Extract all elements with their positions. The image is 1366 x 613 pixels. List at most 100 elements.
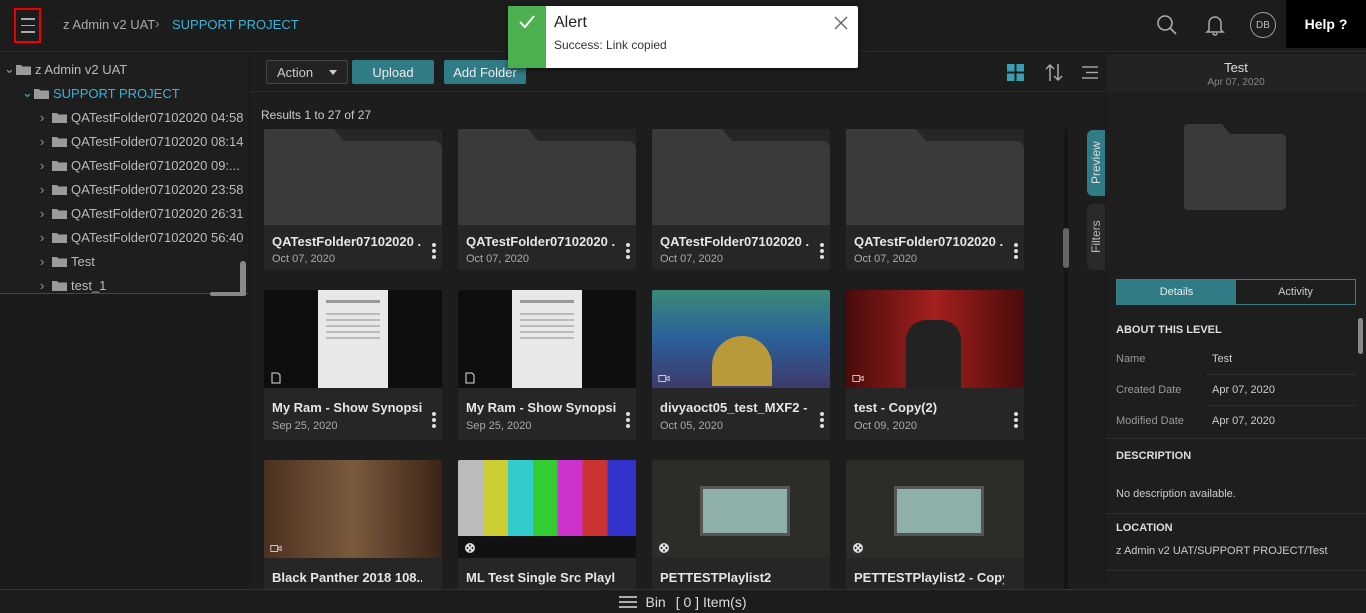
name-label: Name bbox=[1116, 353, 1146, 365]
avatar[interactable]: DB bbox=[1250, 12, 1276, 38]
more-options-icon[interactable] bbox=[1014, 243, 1018, 259]
chevron-right-icon[interactable]: › bbox=[40, 110, 52, 125]
tab-details[interactable]: Details bbox=[1117, 280, 1236, 304]
film-reel-icon bbox=[465, 543, 475, 553]
action-dropdown[interactable]: Action bbox=[266, 60, 348, 84]
chevron-right-icon[interactable]: › bbox=[40, 134, 52, 149]
chevron-down-icon[interactable]: ⌄ bbox=[22, 85, 34, 101]
upload-button[interactable]: Upload bbox=[352, 60, 434, 84]
asset-card[interactable]: QATestFolder07102020 ... Oct 07, 2020 bbox=[652, 129, 830, 270]
tree-item-label: QATestFolder07102020 08:14 bbox=[71, 133, 244, 149]
folder-icon bbox=[52, 256, 67, 267]
tree-item[interactable]: › QATestFolder07102020 26:31 bbox=[40, 203, 244, 223]
video-frame-image bbox=[700, 486, 790, 536]
folder-thumbnail bbox=[652, 129, 830, 225]
search-icon[interactable] bbox=[1154, 10, 1180, 40]
tree-item[interactable]: › QATestFolder07102020 04:58 bbox=[40, 107, 244, 127]
bin-bar[interactable]: Bin [ 0 ] Item(s) bbox=[0, 589, 1366, 613]
card-title: My Ram - Show Synopsis... bbox=[272, 400, 422, 415]
folder-icon bbox=[52, 208, 67, 219]
tab-activity[interactable]: Activity bbox=[1236, 280, 1355, 304]
bin-label: Bin bbox=[645, 593, 666, 610]
asset-card[interactable]: QATestFolder07102020 ... Oct 07, 2020 bbox=[458, 129, 636, 270]
more-options-icon[interactable] bbox=[626, 412, 630, 428]
created-date-label: Created Date bbox=[1116, 384, 1182, 396]
document-icon bbox=[465, 372, 475, 384]
list-view-icon[interactable] bbox=[1082, 66, 1098, 79]
tree-project[interactable]: ⌄ SUPPORT PROJECT bbox=[22, 83, 180, 103]
tree-item-label: QATestFolder07102020 09:... bbox=[71, 157, 240, 173]
video-frame-image bbox=[894, 486, 984, 536]
sidebar-scrollbar[interactable] bbox=[240, 261, 246, 295]
asset-card[interactable]: Black Panther 2018 108... bbox=[264, 460, 442, 589]
video-thumbnail bbox=[846, 460, 1024, 558]
grid-view-icon[interactable] bbox=[1007, 64, 1024, 81]
tree-item-label: test_1 bbox=[71, 277, 107, 293]
about-heading: ABOUT THIS LEVEL bbox=[1116, 324, 1222, 336]
alert-status-bar bbox=[508, 6, 546, 68]
sidebar-resize-handle[interactable] bbox=[210, 292, 246, 296]
color-bars-thumbnail bbox=[458, 460, 636, 558]
breadcrumb-current[interactable]: SUPPORT PROJECT bbox=[172, 17, 299, 32]
more-options-icon[interactable] bbox=[820, 243, 824, 259]
asset-card[interactable]: My Ram - Show Synopsis... Sep 25, 2020 bbox=[264, 290, 442, 440]
close-icon[interactable] bbox=[834, 16, 848, 33]
tree-item-label: Test bbox=[71, 253, 95, 269]
more-options-icon[interactable] bbox=[820, 412, 824, 428]
card-title: PETTESTPlaylist2 bbox=[660, 570, 772, 585]
card-title: Black Panther 2018 108... bbox=[272, 570, 422, 585]
details-title: Test bbox=[1224, 60, 1248, 75]
document-thumbnail bbox=[264, 290, 442, 388]
header-actions: DB bbox=[1154, 10, 1276, 40]
card-date: Oct 07, 2020 bbox=[660, 253, 723, 265]
more-options-icon[interactable] bbox=[432, 412, 436, 428]
tree-item[interactable]: › QATestFolder07102020 23:58 bbox=[40, 179, 244, 199]
asset-card[interactable]: divyaoct05_test_MXF2 - ... Oct 05, 2020 bbox=[652, 290, 830, 440]
card-date: Sep 25, 2020 bbox=[466, 420, 532, 432]
more-options-icon[interactable] bbox=[626, 243, 630, 259]
tree-item[interactable]: › QATestFolder07102020 08:14 bbox=[40, 131, 244, 151]
description-heading: DESCRIPTION bbox=[1116, 450, 1192, 462]
folder-icon bbox=[1184, 124, 1286, 210]
chevron-right-icon[interactable]: › bbox=[40, 182, 52, 197]
tree-item[interactable]: › QATestFolder07102020 56:40 bbox=[40, 227, 244, 247]
asset-card[interactable]: PETTESTPlaylist2 - Copy bbox=[846, 460, 1024, 589]
chevron-down-icon[interactable]: ⌄ bbox=[4, 61, 16, 77]
asset-card[interactable]: QATestFolder07102020 ... Oct 07, 2020 bbox=[264, 129, 442, 270]
details-scrollbar[interactable] bbox=[1358, 318, 1363, 354]
chevron-right-icon[interactable]: › bbox=[40, 158, 52, 173]
content-scrollbar[interactable] bbox=[1063, 228, 1069, 268]
film-reel-icon bbox=[853, 543, 863, 553]
tab-filters[interactable]: Filters bbox=[1087, 204, 1105, 270]
help-button[interactable]: Help ? bbox=[1286, 0, 1366, 48]
chevron-right-icon[interactable]: › bbox=[40, 206, 52, 221]
more-options-icon[interactable] bbox=[1014, 412, 1018, 428]
folder-tree: ⌄ z Admin v2 UAT ⌄ SUPPORT PROJECT › QATe… bbox=[0, 54, 248, 294]
tree-item[interactable]: › QATestFolder07102020 09:... bbox=[40, 155, 240, 175]
card-title: QATestFolder07102020 ... bbox=[466, 234, 616, 249]
main-content: Action Upload Add Folder Results 1 to 27… bbox=[250, 54, 1105, 589]
menu-icon[interactable] bbox=[14, 8, 41, 43]
breadcrumb-root[interactable]: z Admin v2 UAT bbox=[63, 17, 155, 32]
card-title: My Ram - Show Synopsis bbox=[466, 400, 616, 415]
chevron-right-icon[interactable]: › bbox=[40, 278, 52, 293]
folder-icon bbox=[652, 129, 830, 225]
asset-card[interactable]: PETTESTPlaylist2 bbox=[652, 460, 830, 589]
tree-root[interactable]: ⌄ z Admin v2 UAT bbox=[4, 59, 127, 79]
asset-card[interactable]: My Ram - Show Synopsis Sep 25, 2020 bbox=[458, 290, 636, 440]
chevron-right-icon[interactable]: › bbox=[40, 254, 52, 269]
folder-icon bbox=[52, 184, 67, 195]
sort-icon[interactable] bbox=[1045, 63, 1063, 82]
more-options-icon[interactable] bbox=[432, 243, 436, 259]
modified-date-value: Apr 07, 2020 bbox=[1212, 415, 1275, 427]
asset-card[interactable]: ML Test Single Src Playlist bbox=[458, 460, 636, 589]
tab-preview[interactable]: Preview bbox=[1087, 130, 1105, 196]
asset-card[interactable]: test - Copy(2) Oct 09, 2020 bbox=[846, 290, 1024, 440]
tree-item[interactable]: › test_1 bbox=[40, 275, 106, 295]
card-date: Oct 07, 2020 bbox=[466, 253, 529, 265]
tree-item[interactable]: › Test bbox=[40, 251, 95, 271]
chevron-right-icon[interactable]: › bbox=[40, 230, 52, 245]
content-scroll-track[interactable] bbox=[1064, 129, 1068, 589]
asset-card[interactable]: QATestFolder07102020 ... Oct 07, 2020 bbox=[846, 129, 1024, 270]
bell-icon[interactable] bbox=[1202, 10, 1228, 40]
